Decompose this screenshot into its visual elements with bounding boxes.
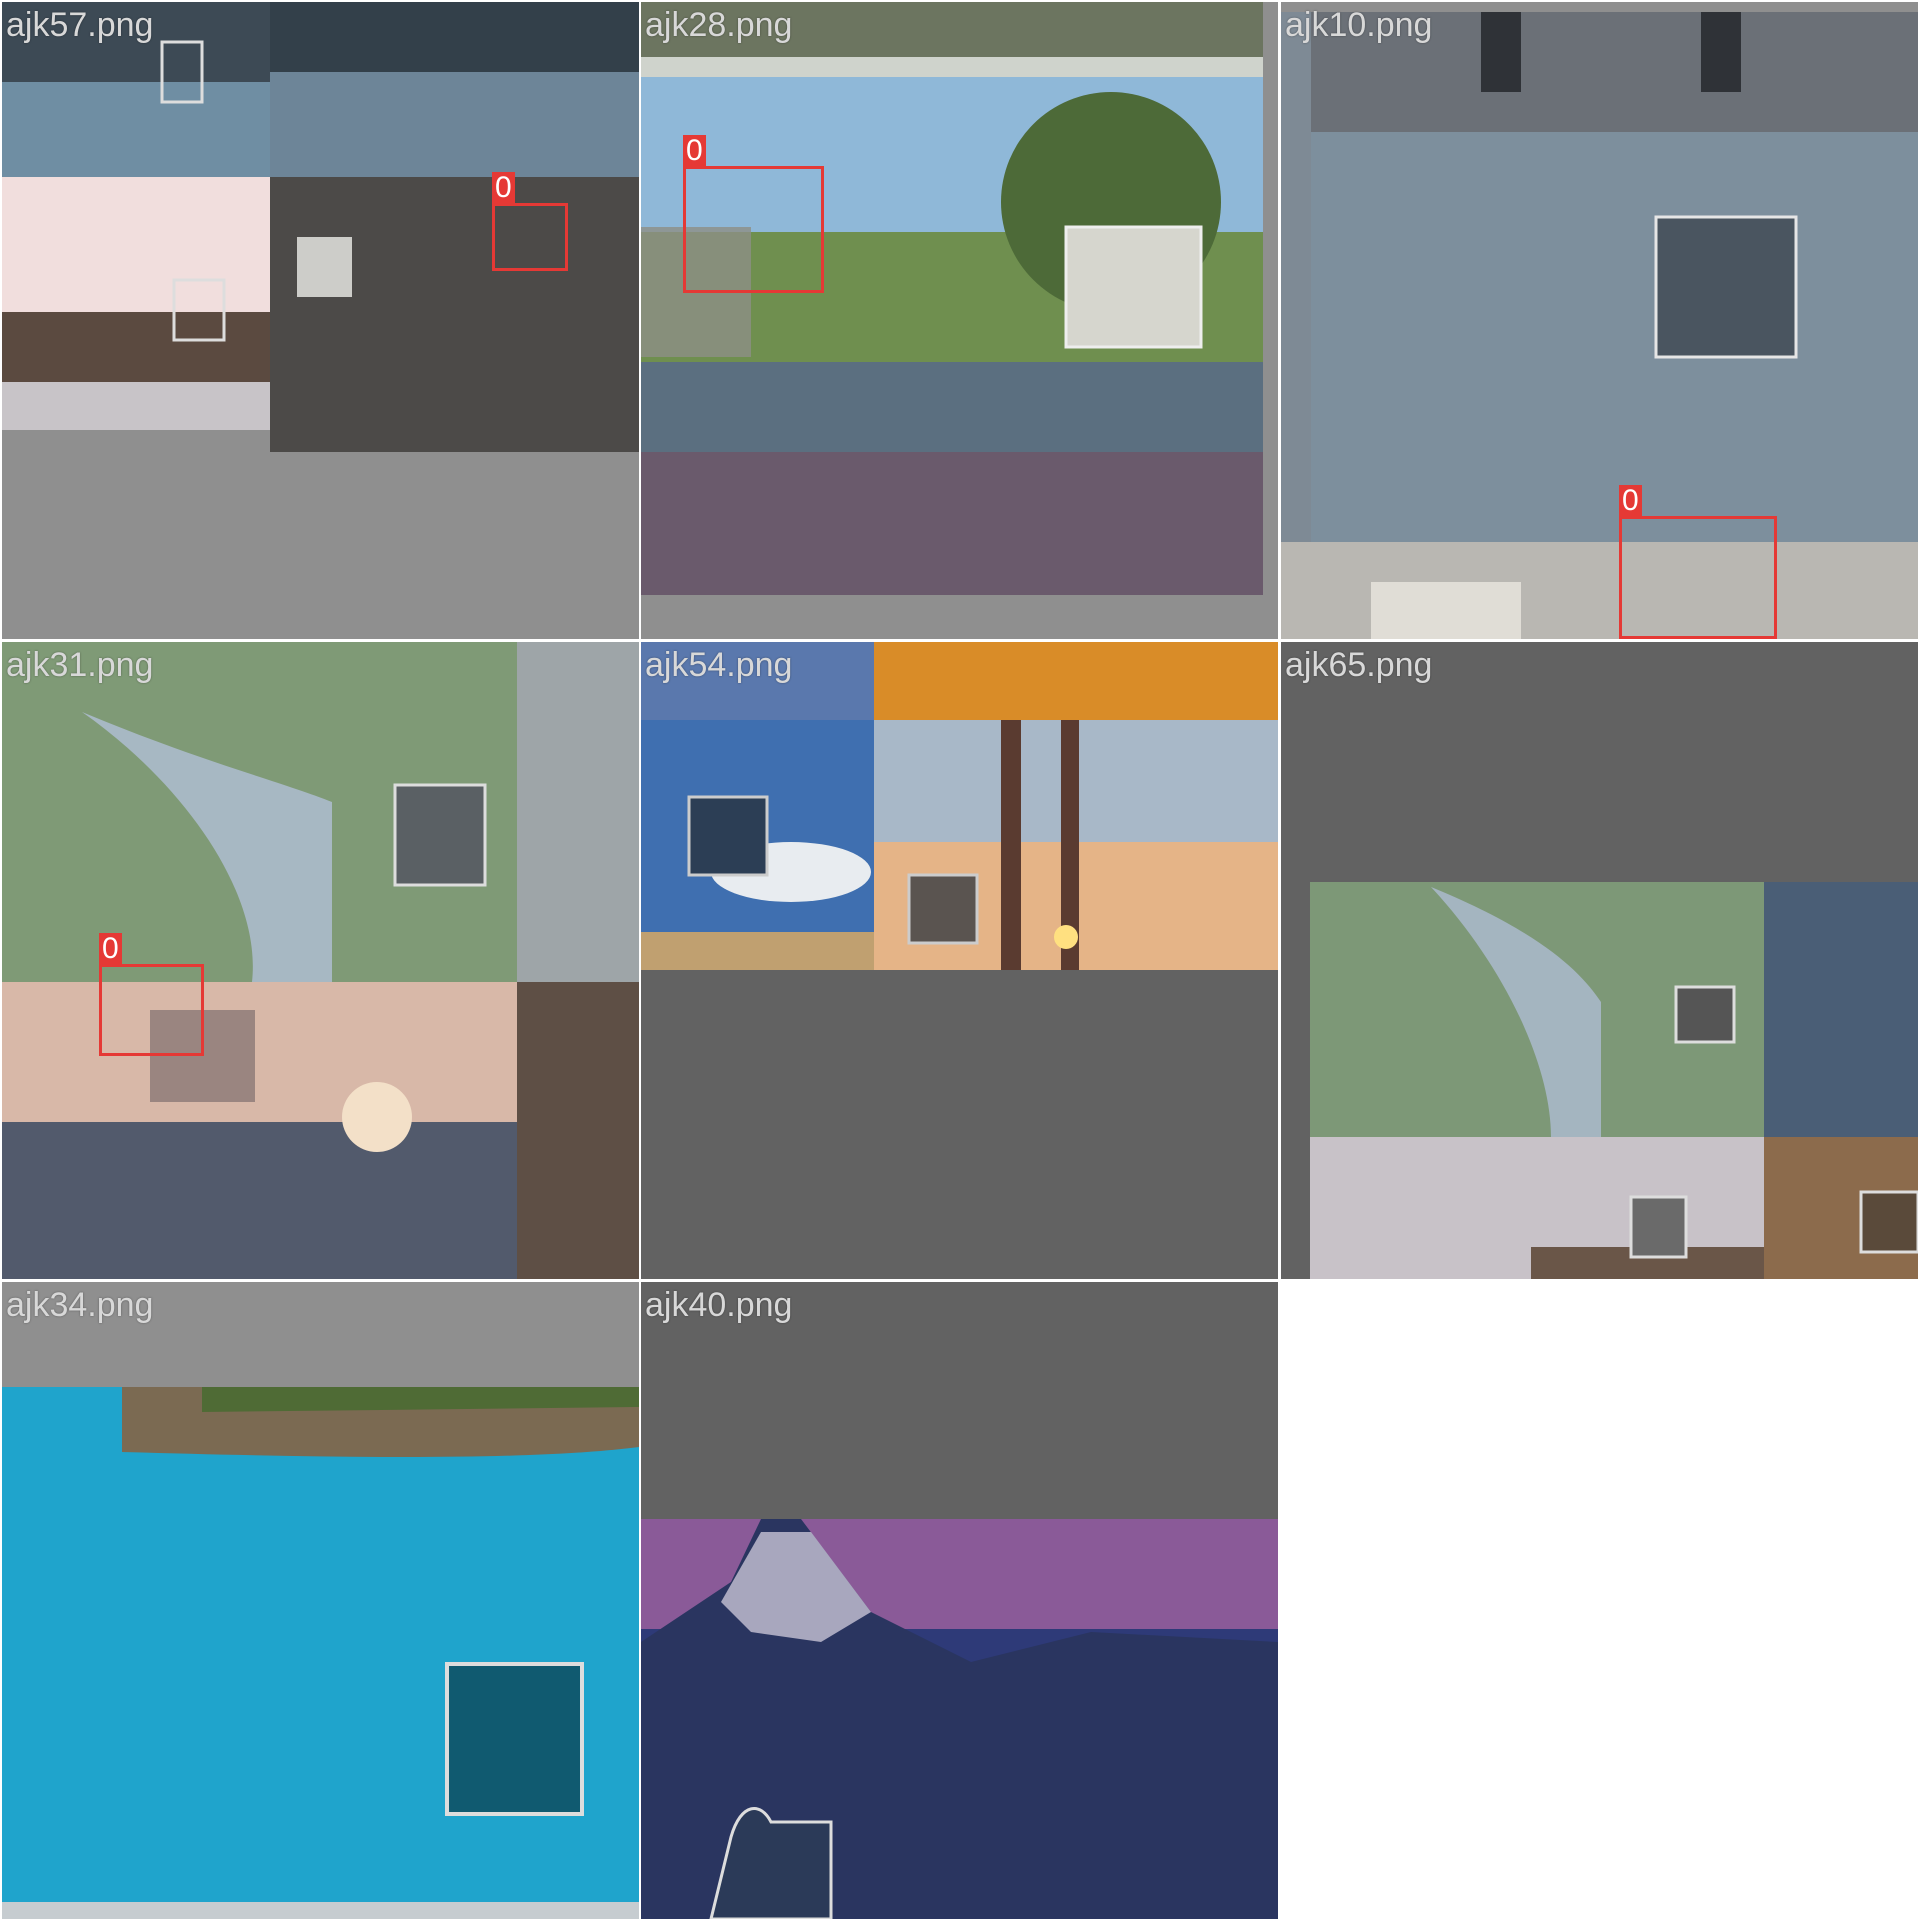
image-filename: ajk40.png: [645, 1286, 793, 1324]
grid-tile-ajk57: ajk57.png 0: [2, 2, 639, 639]
grid-tile-ajk65: ajk65.png: [1281, 642, 1918, 1279]
image-filename: ajk54.png: [645, 646, 793, 684]
mosaic-image: [2, 1282, 639, 1919]
image-filename: ajk31.png: [6, 646, 154, 684]
detection-class-label: 0: [492, 172, 515, 204]
grid-tile-ajk10: ajk10.png 0: [1281, 2, 1918, 639]
mosaic-image: [641, 2, 1278, 639]
detection-box: 0: [683, 135, 824, 293]
image-filename: ajk57.png: [6, 6, 154, 44]
grid-tile-ajk28: ajk28.png 0: [641, 2, 1278, 639]
mosaic-image: [2, 642, 639, 1279]
detection-box: 0: [492, 172, 568, 271]
grid-tile-ajk54: ajk54.png: [641, 642, 1278, 1279]
detection-box: 0: [1619, 485, 1777, 639]
detection-class-label: 0: [1619, 485, 1642, 517]
detection-class-label: 0: [99, 933, 122, 965]
image-filename: ajk34.png: [6, 1286, 154, 1324]
image-filename: ajk28.png: [645, 6, 793, 44]
grid-tile-ajk31: ajk31.png 0: [2, 642, 639, 1279]
image-filename: ajk65.png: [1285, 646, 1433, 684]
mosaic-image: [641, 642, 1278, 1279]
mosaic-image: [641, 1282, 1278, 1919]
detection-class-label: 0: [683, 135, 706, 167]
image-filename: ajk10.png: [1285, 6, 1433, 44]
mosaic-image: [2, 2, 639, 639]
mosaic-image: [1281, 2, 1918, 639]
mosaic-image: [1281, 642, 1918, 1279]
grid-tile-ajk34: ajk34.png: [2, 1282, 639, 1919]
detection-box: 0: [99, 933, 204, 1056]
grid-tile-ajk40: ajk40.png: [641, 1282, 1278, 1919]
